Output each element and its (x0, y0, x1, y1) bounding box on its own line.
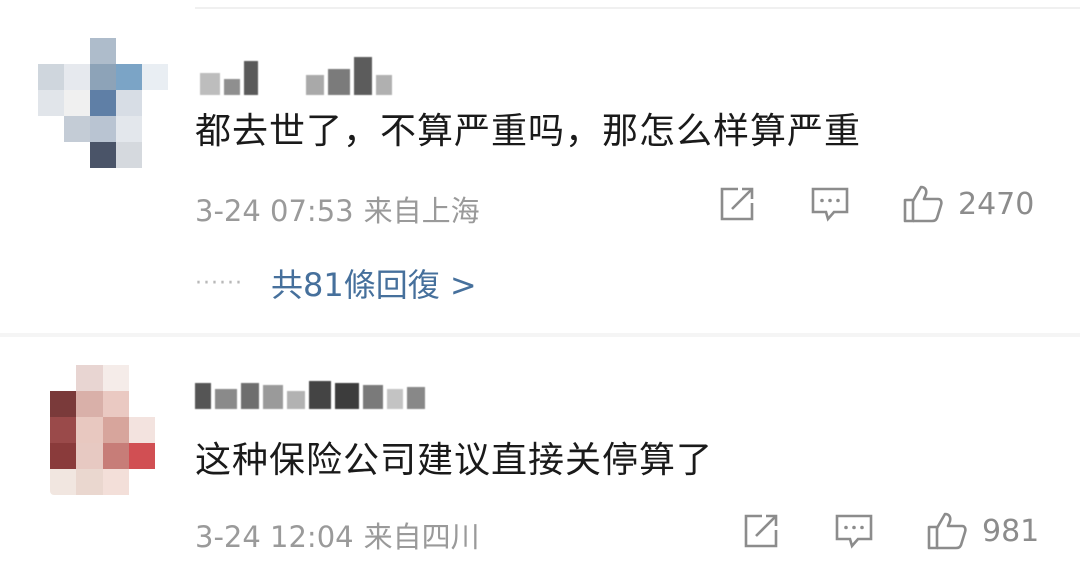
view-replies-link[interactable]: 共81條回復 > (271, 260, 477, 306)
like-icon[interactable] (926, 511, 968, 551)
share-icon[interactable] (718, 185, 756, 223)
comment-icon[interactable] (810, 185, 850, 223)
comment-actions: 981 (742, 511, 1039, 551)
like-count: 2470 (958, 186, 1035, 222)
like-count: 981 (982, 513, 1040, 549)
username-redacted[interactable] (200, 55, 392, 95)
share-icon[interactable] (742, 512, 780, 550)
like-icon[interactable] (902, 184, 944, 224)
comment-location: 来自四川 (363, 520, 480, 554)
avatar[interactable] (38, 38, 168, 168)
comment-text: 都去世了，不算严重吗，那怎么样算严重 (195, 111, 862, 152)
comment-time: 3-24 12:04 (195, 520, 354, 554)
comment-icon[interactable] (834, 512, 874, 550)
comment-meta: 3-24 07:53 来自上海 (195, 188, 480, 230)
comment-time: 3-24 07:53 (195, 194, 354, 228)
comment-item: 都去世了，不算严重吗，那怎么样算严重 3-24 07:53 来自上海 2470 … (0, 0, 1080, 330)
dots-decoration: ······ (195, 270, 243, 296)
comment-location: 来自上海 (363, 194, 480, 228)
avatar[interactable] (50, 365, 155, 495)
replies-row: ······ 共81條回復 > (195, 260, 477, 306)
comment-meta: 3-24 12:04 来自四川 (195, 514, 480, 556)
comment-item: 这种保险公司建议直接关停算了 3-24 12:04 来自四川 981 (0, 335, 1080, 585)
username-redacted[interactable] (195, 375, 425, 409)
comment-text: 这种保险公司建议直接关停算了 (195, 440, 714, 481)
comment-actions: 2470 (718, 184, 1034, 224)
